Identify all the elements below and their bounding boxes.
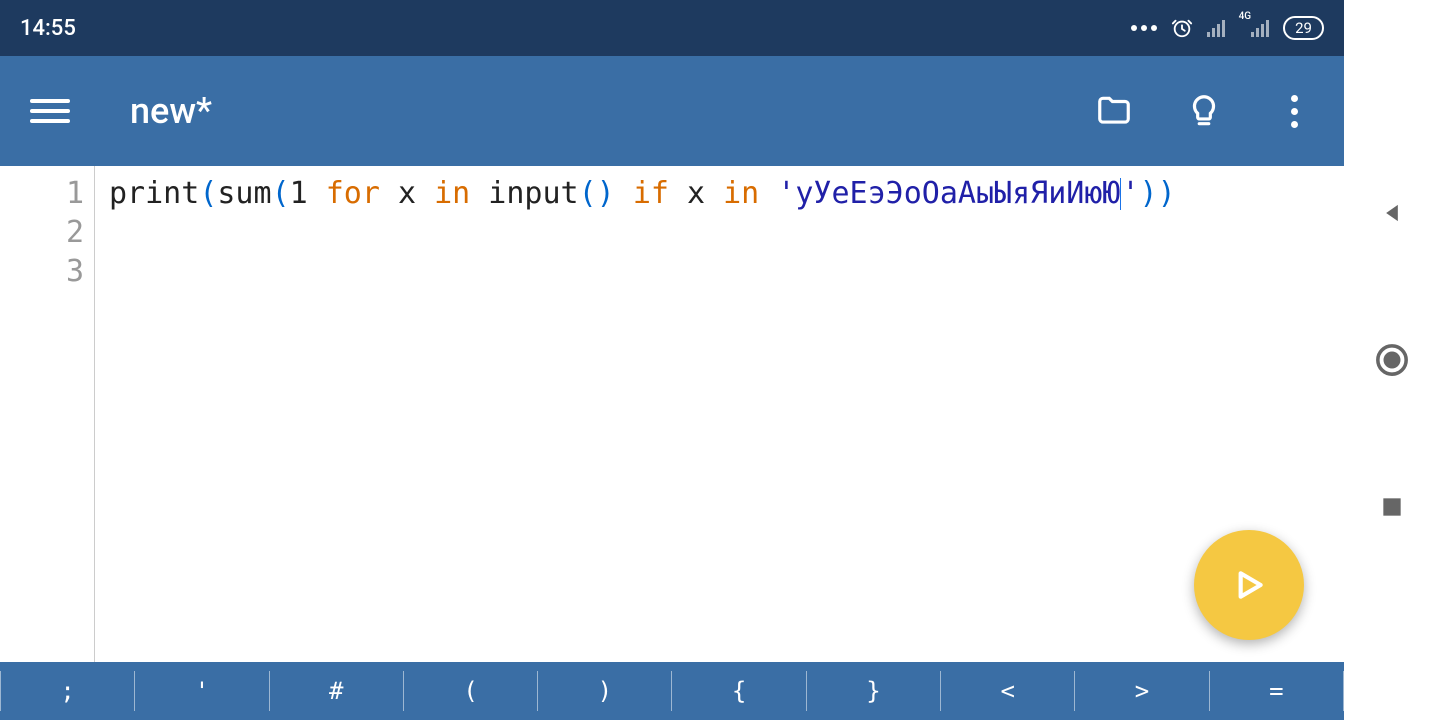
code-token: 1 xyxy=(290,176,326,211)
code-token: input xyxy=(470,176,578,211)
signal-icon xyxy=(1207,19,1225,37)
key-separator xyxy=(1343,671,1344,711)
run-button[interactable] xyxy=(1194,530,1304,640)
code-token: () xyxy=(579,176,615,211)
status-indicators: 4G 29 xyxy=(1131,16,1324,40)
nav-recent-button[interactable] xyxy=(1367,482,1417,532)
system-nav-bar xyxy=(1344,0,1440,720)
more-dots-icon xyxy=(1131,25,1157,31)
battery-indicator: 29 xyxy=(1283,16,1324,40)
lightbulb-button[interactable] xyxy=(1184,91,1224,131)
symbol-key[interactable]: < xyxy=(941,662,1074,720)
code-token: 'уУеЕэЭоОаАыЫяЯиИюЮ xyxy=(777,176,1120,211)
symbol-key[interactable]: = xyxy=(1210,662,1343,720)
code-token xyxy=(615,176,633,211)
code-token: ( xyxy=(272,176,290,211)
folder-button[interactable] xyxy=(1094,91,1134,131)
menu-button[interactable] xyxy=(30,91,70,131)
app-bar-actions xyxy=(1094,91,1314,131)
code-content[interactable]: print(sum(1 for x in input() if x in 'уУ… xyxy=(95,166,1344,662)
code-token: print xyxy=(109,176,199,211)
code-token: in xyxy=(434,176,470,211)
code-token: ( xyxy=(199,176,217,211)
file-title: new* xyxy=(130,90,1094,132)
symbol-key[interactable]: > xyxy=(1075,662,1208,720)
line-number: 3 xyxy=(0,252,84,291)
code-token: )) xyxy=(1140,176,1176,211)
overflow-menu-button[interactable] xyxy=(1274,91,1314,131)
symbol-key[interactable]: # xyxy=(270,662,403,720)
app-bar: new* xyxy=(0,56,1344,166)
symbol-key[interactable]: ( xyxy=(404,662,537,720)
signal-icon-2 xyxy=(1251,19,1269,37)
status-time: 14:55 xyxy=(20,16,76,41)
code-token: for xyxy=(326,176,380,211)
nav-home-button[interactable] xyxy=(1367,335,1417,385)
status-bar: 14:55 4G 29 xyxy=(0,0,1344,56)
symbol-key[interactable]: ' xyxy=(135,662,268,720)
network-type: 4G xyxy=(1239,11,1252,22)
code-token xyxy=(759,176,777,211)
symbol-key-bar: ;'#(){}<>= xyxy=(0,662,1344,720)
line-number-gutter: 123 xyxy=(0,166,95,662)
code-token: ' xyxy=(1121,176,1139,211)
line-number: 1 xyxy=(0,174,84,213)
symbol-key[interactable]: { xyxy=(672,662,805,720)
symbol-key[interactable]: ; xyxy=(1,662,134,720)
code-token: x xyxy=(669,176,723,211)
symbol-key[interactable]: ) xyxy=(538,662,671,720)
line-number: 2 xyxy=(0,213,84,252)
symbol-key[interactable]: } xyxy=(807,662,940,720)
alarm-icon xyxy=(1171,17,1193,39)
code-token: in xyxy=(723,176,759,211)
code-token: if xyxy=(633,176,669,211)
code-token: sum xyxy=(217,176,271,211)
code-editor[interactable]: 123 print(sum(1 for x in input() if x in… xyxy=(0,166,1344,662)
code-token: x xyxy=(380,176,434,211)
nav-back-button[interactable] xyxy=(1367,188,1417,238)
main-area: 14:55 4G 29 xyxy=(0,0,1344,720)
